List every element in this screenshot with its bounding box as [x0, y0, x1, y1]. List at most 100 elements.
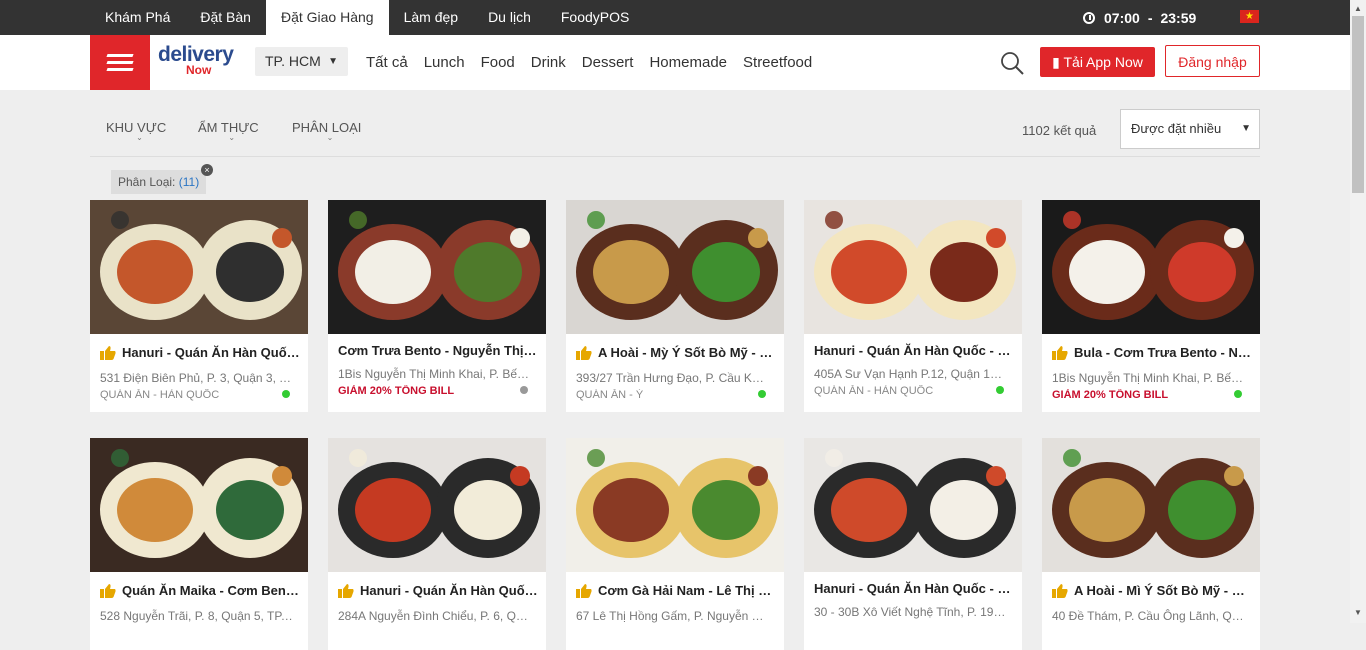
restaurant-title[interactable]: Hanuri - Quán Ăn Hàn Quốc - Sư Vạn Hạnh — [814, 343, 1014, 358]
thumbs-up-icon — [576, 583, 592, 598]
logo-line1: delivery — [158, 43, 234, 66]
topnav-kham-pha[interactable]: Khám Phá — [90, 0, 185, 35]
search-icon[interactable] — [1000, 51, 1024, 75]
restaurant-photo[interactable] — [1042, 438, 1260, 572]
restaurant-title[interactable]: Hanuri - Quán Ăn Hàn Quốc - Nguyễn Đình … — [338, 583, 538, 598]
category-dessert[interactable]: Dessert — [574, 35, 642, 90]
opening-hours: 07:00 - 23:59 — [1083, 0, 1196, 35]
restaurant-address: 531 Điện Biên Phủ, P. 3, Quận 3, TP. HCM — [100, 371, 294, 385]
restaurant-address: 40 Đề Thám, P. Cầu Ông Lãnh, Quận 1 — [1052, 609, 1246, 623]
sort-value: Được đặt nhiều — [1131, 121, 1222, 136]
restaurant-title[interactable]: Bula - Cơm Trưa Bento - Nguyễn Thị Minh … — [1052, 345, 1252, 360]
restaurant-photo[interactable] — [1042, 200, 1260, 334]
category-nav: Tất cả Lunch Food Drink Dessert Homemade… — [358, 35, 820, 90]
vietnam-flag-icon[interactable]: ★ — [1240, 10, 1259, 23]
restaurant-category: QUÁN ĂN - HÀN QUỐC — [814, 385, 934, 397]
header: delivery Now TP. HCM ▼ Tất cả Lunch Food… — [0, 35, 1350, 90]
scroll-down-icon[interactable]: ▼ — [1354, 608, 1362, 617]
chevron-down-icon: ⌄ — [228, 133, 236, 142]
restaurant-card[interactable]: Bula - Cơm Trưa Bento - Nguyễn Thị Minh … — [1042, 200, 1260, 412]
category-lunch[interactable]: Lunch — [416, 35, 473, 90]
restaurant-name: A Hoài - Mỳ Ý Sốt Bò Mỹ - Trần Hưng Đạo — [598, 345, 776, 360]
scrollbar-thumb[interactable] — [1352, 16, 1364, 193]
restaurant-photo[interactable] — [328, 200, 546, 334]
restaurant-photo[interactable] — [804, 200, 1022, 334]
topnav-dat-giao-hang[interactable]: Đặt Giao Hàng — [265, 0, 389, 35]
restaurant-name: A Hoài - Mì Ý Sốt Bò Mỹ - Đề Thám — [1074, 583, 1252, 598]
restaurant-name: Bula - Cơm Trưa Bento - Nguyễn Thị Minh … — [1074, 345, 1252, 360]
close-icon[interactable]: × — [201, 164, 213, 176]
restaurant-name: Cơm Trưa Bento - Nguyễn Thị Minh Khai — [338, 343, 538, 358]
scroll-up-icon[interactable]: ▲ — [1354, 4, 1362, 13]
restaurant-address: 67 Lê Thị Hồng Gấm, P. Nguyễn Thái Bình — [576, 609, 770, 623]
restaurant-card[interactable]: Hanuri - Quán Ăn Hàn Quốc - Nguyễn Đình … — [328, 438, 546, 650]
filter-phan-loai[interactable]: PHÂN LOẠI ⌄ — [292, 90, 361, 166]
active-filter-tag: Phân Loại: (11) — [111, 170, 207, 194]
filter-am-thuc[interactable]: ẨM THỰC ⌄ — [198, 90, 259, 166]
restaurant-name: Quán Ăn Maika - Cơm Bento Hàn Quốc — [122, 583, 300, 598]
phone-icon: ▮ — [1052, 54, 1060, 70]
restaurant-category: QUÁN ĂN - Ý — [576, 389, 644, 401]
download-app-button[interactable]: ▮ Tải App Now — [1040, 47, 1155, 77]
restaurant-title[interactable]: A Hoài - Mỳ Ý Sốt Bò Mỹ - Trần Hưng Đạo — [576, 345, 776, 360]
category-drink[interactable]: Drink — [523, 35, 574, 90]
restaurant-card[interactable]: Hanuri - Quán Ăn Hàn Quốc - Xô Viết Nghệ… — [804, 438, 1022, 650]
app-button-label: Tải App Now — [1063, 54, 1143, 70]
topnav-foodypos[interactable]: FoodyPOS — [546, 0, 644, 35]
restaurant-photo[interactable] — [90, 438, 308, 572]
sort-select[interactable]: Được đặt nhiều ▼ — [1120, 109, 1260, 149]
restaurant-card[interactable]: Cơm Trưa Bento - Nguyễn Thị Minh Khai 1Bi… — [328, 200, 546, 412]
filter-khu-vuc[interactable]: KHU VỰC ⌄ — [106, 90, 166, 166]
topnav-lam-dep[interactable]: Làm đẹp — [389, 0, 473, 35]
status-dot — [996, 386, 1004, 394]
thumbs-up-icon — [1052, 583, 1068, 598]
status-dot — [758, 390, 766, 398]
logo[interactable]: delivery Now — [158, 43, 238, 76]
restaurant-card[interactable]: Hanuri - Quán Ăn Hàn Quốc - Điện Biên Ph… — [90, 200, 308, 412]
filter-bar: KHU VỰC ⌄ ẨM THỰC ⌄ PHÂN LOẠI ⌄ 1102 kết qu… — [90, 90, 1260, 157]
topnav-dat-ban[interactable]: Đặt Bàn — [185, 0, 266, 35]
category-streetfood[interactable]: Streetfood — [735, 35, 820, 90]
top-nav: Khám Phá Đặt Bàn Đặt Giao Hàng Làm đẹp D… — [90, 0, 644, 35]
thumbs-up-icon — [576, 345, 592, 360]
chevron-down-icon: ▼ — [1241, 123, 1251, 134]
restaurant-address: 405A Sư Vạn Hạnh P.12, Quận 10, TP. HCM — [814, 367, 1008, 381]
scrollbar[interactable]: ▲ ▼ — [1350, 0, 1366, 623]
restaurant-title[interactable]: Hanuri - Quán Ăn Hàn Quốc - Xô Viết Nghệ… — [814, 581, 1014, 596]
time-separator: - — [1147, 9, 1153, 26]
restaurant-name: Cơm Gà Hải Nam - Lê Thị Hồng Gấm — [598, 583, 776, 598]
restaurant-photo[interactable] — [90, 200, 308, 334]
restaurant-card[interactable]: Quán Ăn Maika - Cơm Bento Hàn Quốc 528 Ng… — [90, 438, 308, 650]
city-label: TP. HCM — [265, 53, 321, 69]
restaurant-photo[interactable] — [566, 438, 784, 572]
restaurant-card[interactable]: A Hoài - Mỳ Ý Sốt Bò Mỹ - Trần Hưng Đạo 3… — [566, 200, 784, 412]
status-dot — [1234, 390, 1242, 398]
restaurant-card[interactable]: A Hoài - Mì Ý Sốt Bò Mỹ - Đề Thám 40 Đề T… — [1042, 438, 1260, 650]
login-button[interactable]: Đăng nhập — [1165, 45, 1260, 77]
thumbs-up-icon — [100, 583, 116, 598]
restaurant-photo[interactable] — [328, 438, 546, 572]
restaurant-title[interactable]: Quán Ăn Maika - Cơm Bento Hàn Quốc — [100, 583, 300, 598]
logo-mark[interactable] — [90, 35, 150, 90]
category-all[interactable]: Tất cả — [358, 35, 416, 90]
restaurant-card[interactable]: Hanuri - Quán Ăn Hàn Quốc - Sư Vạn Hạnh 4… — [804, 200, 1022, 412]
restaurant-card[interactable]: Cơm Gà Hải Nam - Lê Thị Hồng Gấm 67 Lê Th… — [566, 438, 784, 650]
restaurant-title[interactable]: A Hoài - Mì Ý Sốt Bò Mỹ - Đề Thám — [1052, 583, 1252, 598]
category-homemade[interactable]: Homemade — [641, 35, 735, 90]
promo-label: GIẢM 20% TỔNG BILL — [338, 385, 455, 397]
status-dot — [520, 386, 528, 394]
restaurant-title[interactable]: Hanuri - Quán Ăn Hàn Quốc - Điện Biên Ph… — [100, 345, 300, 360]
thumbs-up-icon — [338, 583, 354, 598]
restaurant-title[interactable]: Cơm Trưa Bento - Nguyễn Thị Minh Khai — [338, 343, 538, 358]
chevron-down-icon: ▼ — [328, 56, 338, 67]
category-food[interactable]: Food — [473, 35, 523, 90]
top-bar: Khám Phá Đặt Bàn Đặt Giao Hàng Làm đẹp D… — [0, 0, 1350, 35]
restaurant-name: Hanuri - Quán Ăn Hàn Quốc - Điện Biên Ph… — [122, 345, 300, 360]
topnav-du-lich[interactable]: Du lịch — [473, 0, 546, 35]
thumbs-up-icon — [100, 345, 116, 360]
restaurant-photo[interactable] — [566, 200, 784, 334]
restaurant-photo[interactable] — [804, 438, 1022, 572]
chevron-down-icon: ⌄ — [326, 133, 334, 142]
city-selector[interactable]: TP. HCM ▼ — [255, 47, 348, 76]
restaurant-title[interactable]: Cơm Gà Hải Nam - Lê Thị Hồng Gấm — [576, 583, 776, 598]
